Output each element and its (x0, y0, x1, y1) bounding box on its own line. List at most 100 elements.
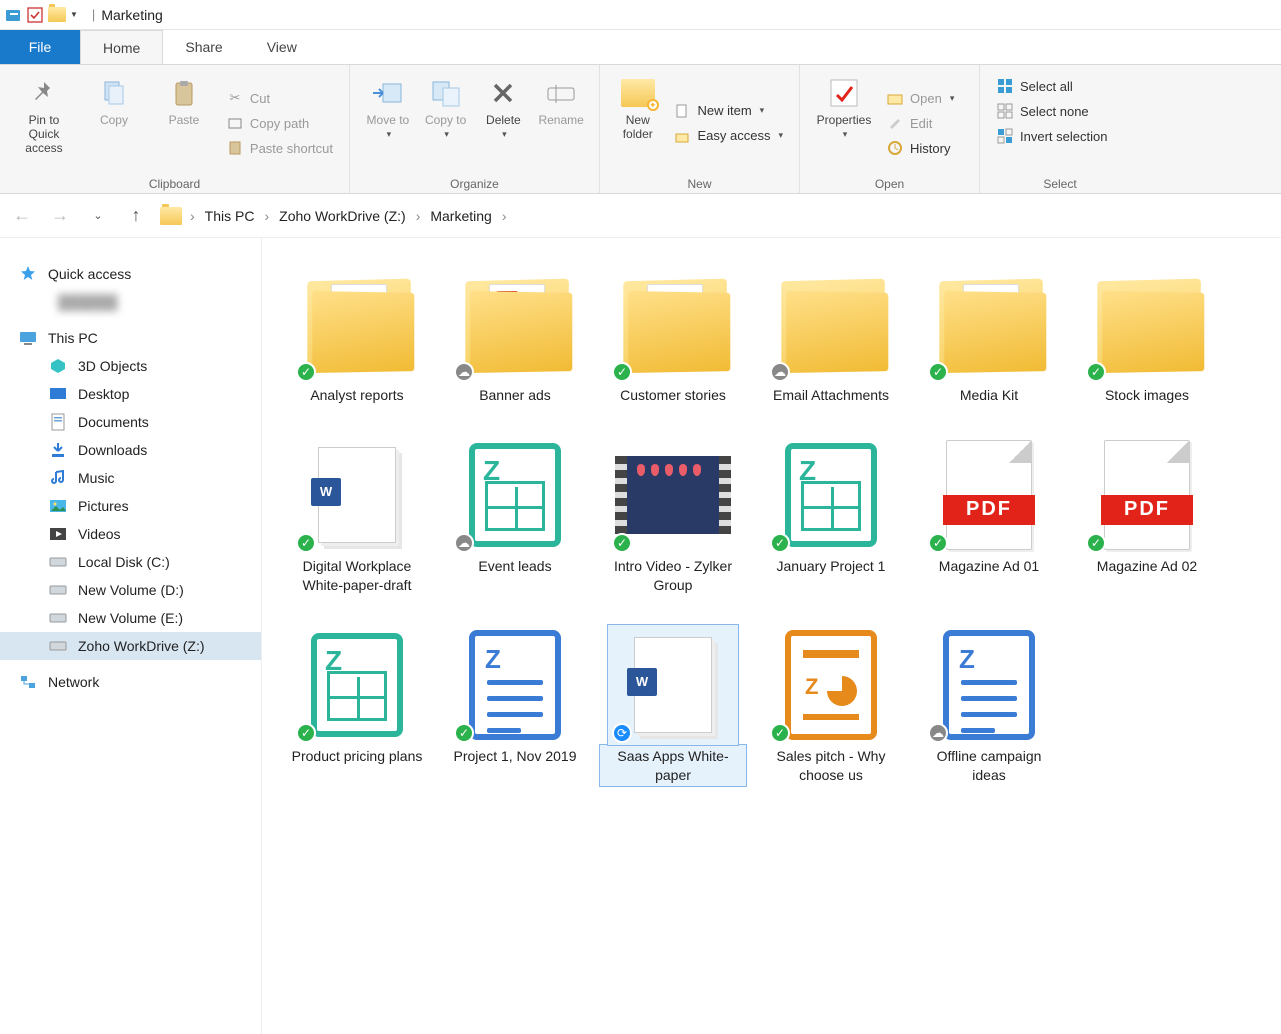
folder-item[interactable]: ☁Banner ads (440, 264, 590, 407)
new-item-button[interactable]: New item▾ (669, 100, 787, 122)
sidebar-label: Documents (78, 414, 149, 430)
main-area: Quick access ██████ This PC 3D Objects De… (0, 238, 1281, 1034)
crumb-sep[interactable]: › (502, 208, 507, 224)
item-thumbnail: ✓ (1082, 264, 1212, 384)
qa-customize-caret[interactable]: ▼ (70, 10, 78, 19)
nav-recent-dropdown[interactable]: ⌄ (84, 202, 112, 230)
item-thumbnail: Z✓ (766, 625, 896, 745)
file-item[interactable]: ✓Digital Workplace White-paper-draft (282, 435, 432, 597)
sidebar-item[interactable]: New Volume (D:) (0, 576, 261, 604)
item-thumbnail: ✓ (292, 264, 422, 384)
new-folder-button[interactable]: ✦ New folder (612, 71, 663, 175)
copy-path-button[interactable]: Copy path (222, 112, 337, 134)
sidebar-item[interactable]: New Volume (E:) (0, 604, 261, 632)
star-icon (18, 265, 38, 283)
easy-access-button[interactable]: Easy access▾ (669, 125, 787, 147)
nav-forward-button[interactable]: → (46, 202, 74, 230)
file-item[interactable]: PDF✓Magazine Ad 01 (914, 435, 1064, 597)
sidebar-item[interactable]: Zoho WorkDrive (Z:) (0, 632, 261, 660)
delete-button[interactable]: Delete▾ (478, 71, 530, 175)
sidebar-label: New Volume (D:) (78, 582, 184, 598)
file-item[interactable]: ✓Project 1, Nov 2019 (440, 625, 590, 787)
sidebar-item[interactable]: Pictures (0, 492, 261, 520)
file-item[interactable]: ✓January Project 1 (756, 435, 906, 597)
file-item[interactable]: ⟳Saas Apps White-paper (598, 625, 748, 787)
select-all-button[interactable]: Select all (992, 75, 1111, 97)
open-button[interactable]: Open▾ (882, 87, 958, 109)
item-name: Intro Video - Zylker Group (600, 555, 746, 597)
item-name: Email Attachments (769, 384, 893, 407)
file-item[interactable]: ☁Event leads (440, 435, 590, 597)
sidebar-label: Videos (78, 526, 121, 542)
group-clipboard: Pin to Quick access Copy Paste ✂Cut Copy… (0, 65, 350, 193)
sidebar-network[interactable]: Network (0, 668, 261, 696)
history-button[interactable]: History (882, 137, 958, 159)
file-item[interactable]: ☁Offline campaign ideas (914, 625, 1064, 787)
crumb-marketing[interactable]: Marketing (426, 206, 495, 226)
file-item[interactable]: ✓Intro Video - Zylker Group (598, 435, 748, 597)
folder-item[interactable]: ✓Analyst reports (282, 264, 432, 407)
file-item[interactable]: ✓Product pricing plans (282, 625, 432, 787)
invert-selection-button[interactable]: Invert selection (992, 125, 1111, 147)
crumb-this-pc[interactable]: This PC (201, 206, 259, 226)
move-to-label: Move to (367, 113, 410, 127)
tab-share[interactable]: Share (163, 30, 244, 64)
item-thumbnail: ✓ (924, 264, 1054, 384)
file-item[interactable]: Z✓Sales pitch - Why choose us (756, 625, 906, 787)
copy-label: Copy (100, 113, 128, 127)
sidebar-item[interactable]: Documents (0, 408, 261, 436)
edit-button[interactable]: Edit (882, 112, 958, 134)
sidebar-item[interactable]: Videos (0, 520, 261, 548)
folder-item[interactable]: ✓Customer stories (598, 264, 748, 407)
tab-file[interactable]: File (0, 30, 80, 64)
paste-shortcut-label: Paste shortcut (250, 141, 333, 156)
rename-button[interactable]: Rename (535, 71, 587, 175)
folder-item[interactable]: ✓Stock images (1072, 264, 1222, 407)
ribbon-tabs: File Home Share View (0, 30, 1281, 64)
select-none-button[interactable]: Select none (992, 100, 1111, 122)
sidebar-item[interactable]: Downloads (0, 436, 261, 464)
sidebar-label: Zoho WorkDrive (Z:) (78, 638, 205, 654)
sidebar-item[interactable]: Local Disk (C:) (0, 548, 261, 576)
sidebar-blurred-item[interactable]: ██████ (0, 288, 261, 316)
tab-view[interactable]: View (245, 30, 319, 64)
folder-item[interactable]: ☁Email Attachments (756, 264, 906, 407)
crumb-workdrive[interactable]: Zoho WorkDrive (Z:) (275, 206, 410, 226)
item-thumbnail: ✓ (292, 625, 422, 745)
pin-quick-access-button[interactable]: Pin to Quick access (12, 71, 76, 175)
drive-icon (48, 497, 68, 515)
content-pane[interactable]: ✓Analyst reports☁Banner ads✓Customer sto… (262, 238, 1281, 1034)
crumb-sep[interactable]: › (264, 208, 269, 224)
sync-ok-icon: ✓ (770, 533, 790, 553)
folder-item[interactable]: ✓Media Kit (914, 264, 1064, 407)
tab-home[interactable]: Home (80, 30, 163, 64)
paste-shortcut-button[interactable]: Paste shortcut (222, 137, 337, 159)
move-to-button[interactable]: Move to▾ (362, 71, 414, 175)
file-item[interactable]: PDF✓Magazine Ad 02 (1072, 435, 1222, 597)
cut-label: Cut (250, 91, 270, 106)
new-folder-icon: ✦ (620, 75, 656, 111)
sidebar-label: Desktop (78, 386, 129, 402)
copy-to-button[interactable]: Copy to▾ (420, 71, 472, 175)
sidebar-item[interactable]: Music (0, 464, 261, 492)
sidebar-quick-access[interactable]: Quick access (0, 260, 261, 288)
sidebar-this-pc[interactable]: This PC (0, 324, 261, 352)
item-thumbnail: ✓ (608, 435, 738, 555)
title-separator: | (92, 7, 95, 22)
address-bar[interactable]: › This PC › Zoho WorkDrive (Z:) › Market… (160, 206, 1273, 226)
nav-up-button[interactable]: ↑ (122, 202, 150, 230)
item-thumbnail: ⟳ (608, 625, 738, 745)
qa-prop-icon[interactable] (26, 6, 44, 24)
crumb-sep[interactable]: › (190, 208, 195, 224)
nav-back-button[interactable]: ← (8, 202, 36, 230)
paste-button[interactable]: Paste (152, 71, 216, 175)
item-name: Product pricing plans (288, 745, 427, 768)
cut-button[interactable]: ✂Cut (222, 87, 337, 109)
sidebar-item[interactable]: Desktop (0, 380, 261, 408)
properties-button[interactable]: Properties▾ (812, 71, 876, 175)
sync-ok-icon: ✓ (1086, 362, 1106, 382)
sidebar-item[interactable]: 3D Objects (0, 352, 261, 380)
copy-button[interactable]: Copy (82, 71, 146, 175)
crumb-sep[interactable]: › (416, 208, 421, 224)
item-name: Stock images (1101, 384, 1193, 407)
